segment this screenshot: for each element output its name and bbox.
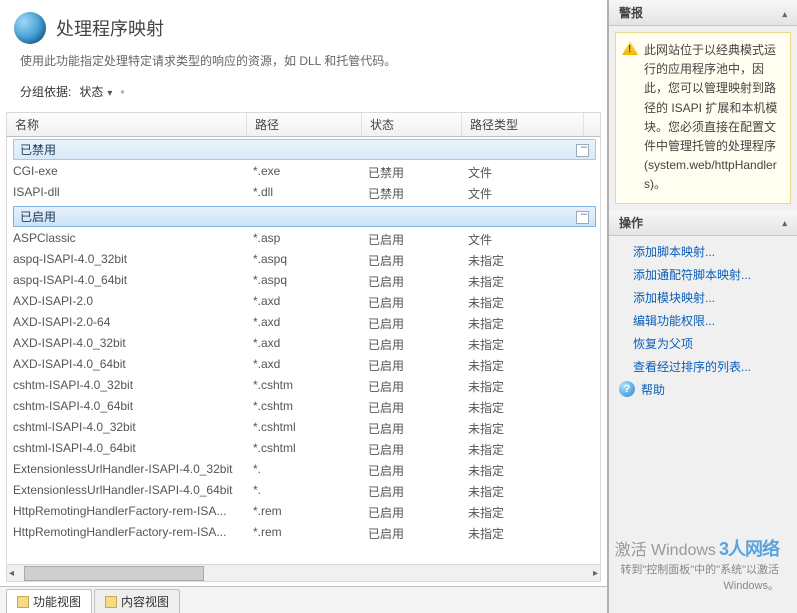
- actions-list: 添加脚本映射...添加通配符脚本映射...添加模块映射...编辑功能权限...恢…: [609, 236, 797, 407]
- view-tabs: 功能视图 内容视图: [0, 586, 607, 613]
- table-row[interactable]: ASPClassic*.asp已启用文件: [7, 229, 600, 250]
- handler-grid: 名称 路径 状态 路径类型 已禁用CGI-exe*.exe已禁用文件ISAPI-…: [6, 112, 601, 565]
- page-description: 使用此功能指定处理特定请求类型的响应的资源，如 DLL 和托管代码。: [0, 52, 607, 83]
- table-row[interactable]: AXD-ISAPI-2.0*.axd已启用未指定: [7, 292, 600, 313]
- collapse-icon[interactable]: [782, 6, 787, 20]
- table-row[interactable]: cshtml-ISAPI-4.0_64bit*.cshtml已启用未指定: [7, 439, 600, 460]
- alerts-header[interactable]: 警报: [609, 0, 797, 26]
- groupby-dropdown[interactable]: 状态: [79, 83, 112, 100]
- globe-icon: [14, 12, 46, 44]
- table-row[interactable]: HttpRemotingHandlerFactory-rem-ISA...*.r…: [7, 523, 600, 544]
- table-row[interactable]: cshtm-ISAPI-4.0_32bit*.cshtm已启用未指定: [7, 376, 600, 397]
- action-link[interactable]: 添加脚本映射...: [609, 240, 797, 263]
- table-row[interactable]: ExtensionlessUrlHandler-ISAPI-4.0_64bit*…: [7, 481, 600, 502]
- help-link[interactable]: ?帮助: [609, 378, 797, 401]
- groupby-bar: 分组依据: 状态 •: [0, 83, 607, 112]
- table-row[interactable]: aspq-ISAPI-4.0_64bit*.aspq已启用未指定: [7, 271, 600, 292]
- actions-header[interactable]: 操作: [609, 210, 797, 236]
- horizontal-scrollbar[interactable]: [6, 565, 601, 582]
- action-link[interactable]: 添加模块映射...: [609, 286, 797, 309]
- side-panel: 警报 此网站位于以经典模式运行的应用程序池中，因此，您可以管理映射到路径的 IS…: [609, 0, 797, 613]
- column-headers[interactable]: 名称 路径 状态 路径类型: [6, 112, 601, 137]
- col-name[interactable]: 名称: [7, 113, 247, 136]
- table-row[interactable]: ISAPI-dll*.dll已禁用文件: [7, 183, 600, 204]
- collapse-icon[interactable]: [782, 215, 787, 229]
- group-header[interactable]: 已启用: [13, 206, 596, 227]
- main-panel: 处理程序映射 使用此功能指定处理特定请求类型的响应的资源，如 DLL 和托管代码…: [0, 0, 609, 613]
- action-link[interactable]: 查看经过排序的列表...: [609, 355, 797, 378]
- action-link[interactable]: 添加通配符脚本映射...: [609, 263, 797, 286]
- tab-icon: [17, 596, 29, 608]
- col-state[interactable]: 状态: [362, 113, 462, 136]
- page-title: 处理程序映射: [56, 15, 164, 41]
- table-row[interactable]: ExtensionlessUrlHandler-ISAPI-4.0_32bit*…: [7, 460, 600, 481]
- scrollbar-thumb[interactable]: [24, 566, 204, 581]
- chevron-down-icon: [103, 85, 112, 99]
- group-header[interactable]: 已禁用: [13, 139, 596, 160]
- table-row[interactable]: aspq-ISAPI-4.0_32bit*.aspq已启用未指定: [7, 250, 600, 271]
- action-link[interactable]: 编辑功能权限...: [609, 309, 797, 332]
- action-link[interactable]: 恢复为父项: [609, 332, 797, 355]
- table-row[interactable]: AXD-ISAPI-4.0_32bit*.axd已启用未指定: [7, 334, 600, 355]
- table-row[interactable]: cshtm-ISAPI-4.0_64bit*.cshtm已启用未指定: [7, 397, 600, 418]
- tab-features[interactable]: 功能视图: [6, 589, 92, 613]
- warning-icon: [622, 41, 638, 55]
- table-row[interactable]: AXD-ISAPI-4.0_64bit*.axd已启用未指定: [7, 355, 600, 376]
- groupby-sep: •: [120, 85, 124, 99]
- table-row[interactable]: HttpRemotingHandlerFactory-rem-ISA...*.r…: [7, 502, 600, 523]
- table-row[interactable]: AXD-ISAPI-2.0-64*.axd已启用未指定: [7, 313, 600, 334]
- grid-rows[interactable]: 已禁用CGI-exe*.exe已禁用文件ISAPI-dll*.dll已禁用文件已…: [6, 137, 601, 565]
- groupby-label: 分组依据:: [20, 83, 71, 100]
- table-row[interactable]: cshtml-ISAPI-4.0_32bit*.cshtml已启用未指定: [7, 418, 600, 439]
- tab-content[interactable]: 内容视图: [94, 589, 180, 613]
- page-header: 处理程序映射: [0, 0, 607, 52]
- col-spacer: [584, 113, 600, 136]
- alert-message: 此网站位于以经典模式运行的应用程序池中，因此，您可以管理映射到路径的 ISAPI…: [615, 32, 791, 204]
- col-type[interactable]: 路径类型: [462, 113, 584, 136]
- help-icon: ?: [619, 381, 635, 397]
- col-path[interactable]: 路径: [247, 113, 362, 136]
- tab-icon: [105, 596, 117, 608]
- table-row[interactable]: CGI-exe*.exe已禁用文件: [7, 162, 600, 183]
